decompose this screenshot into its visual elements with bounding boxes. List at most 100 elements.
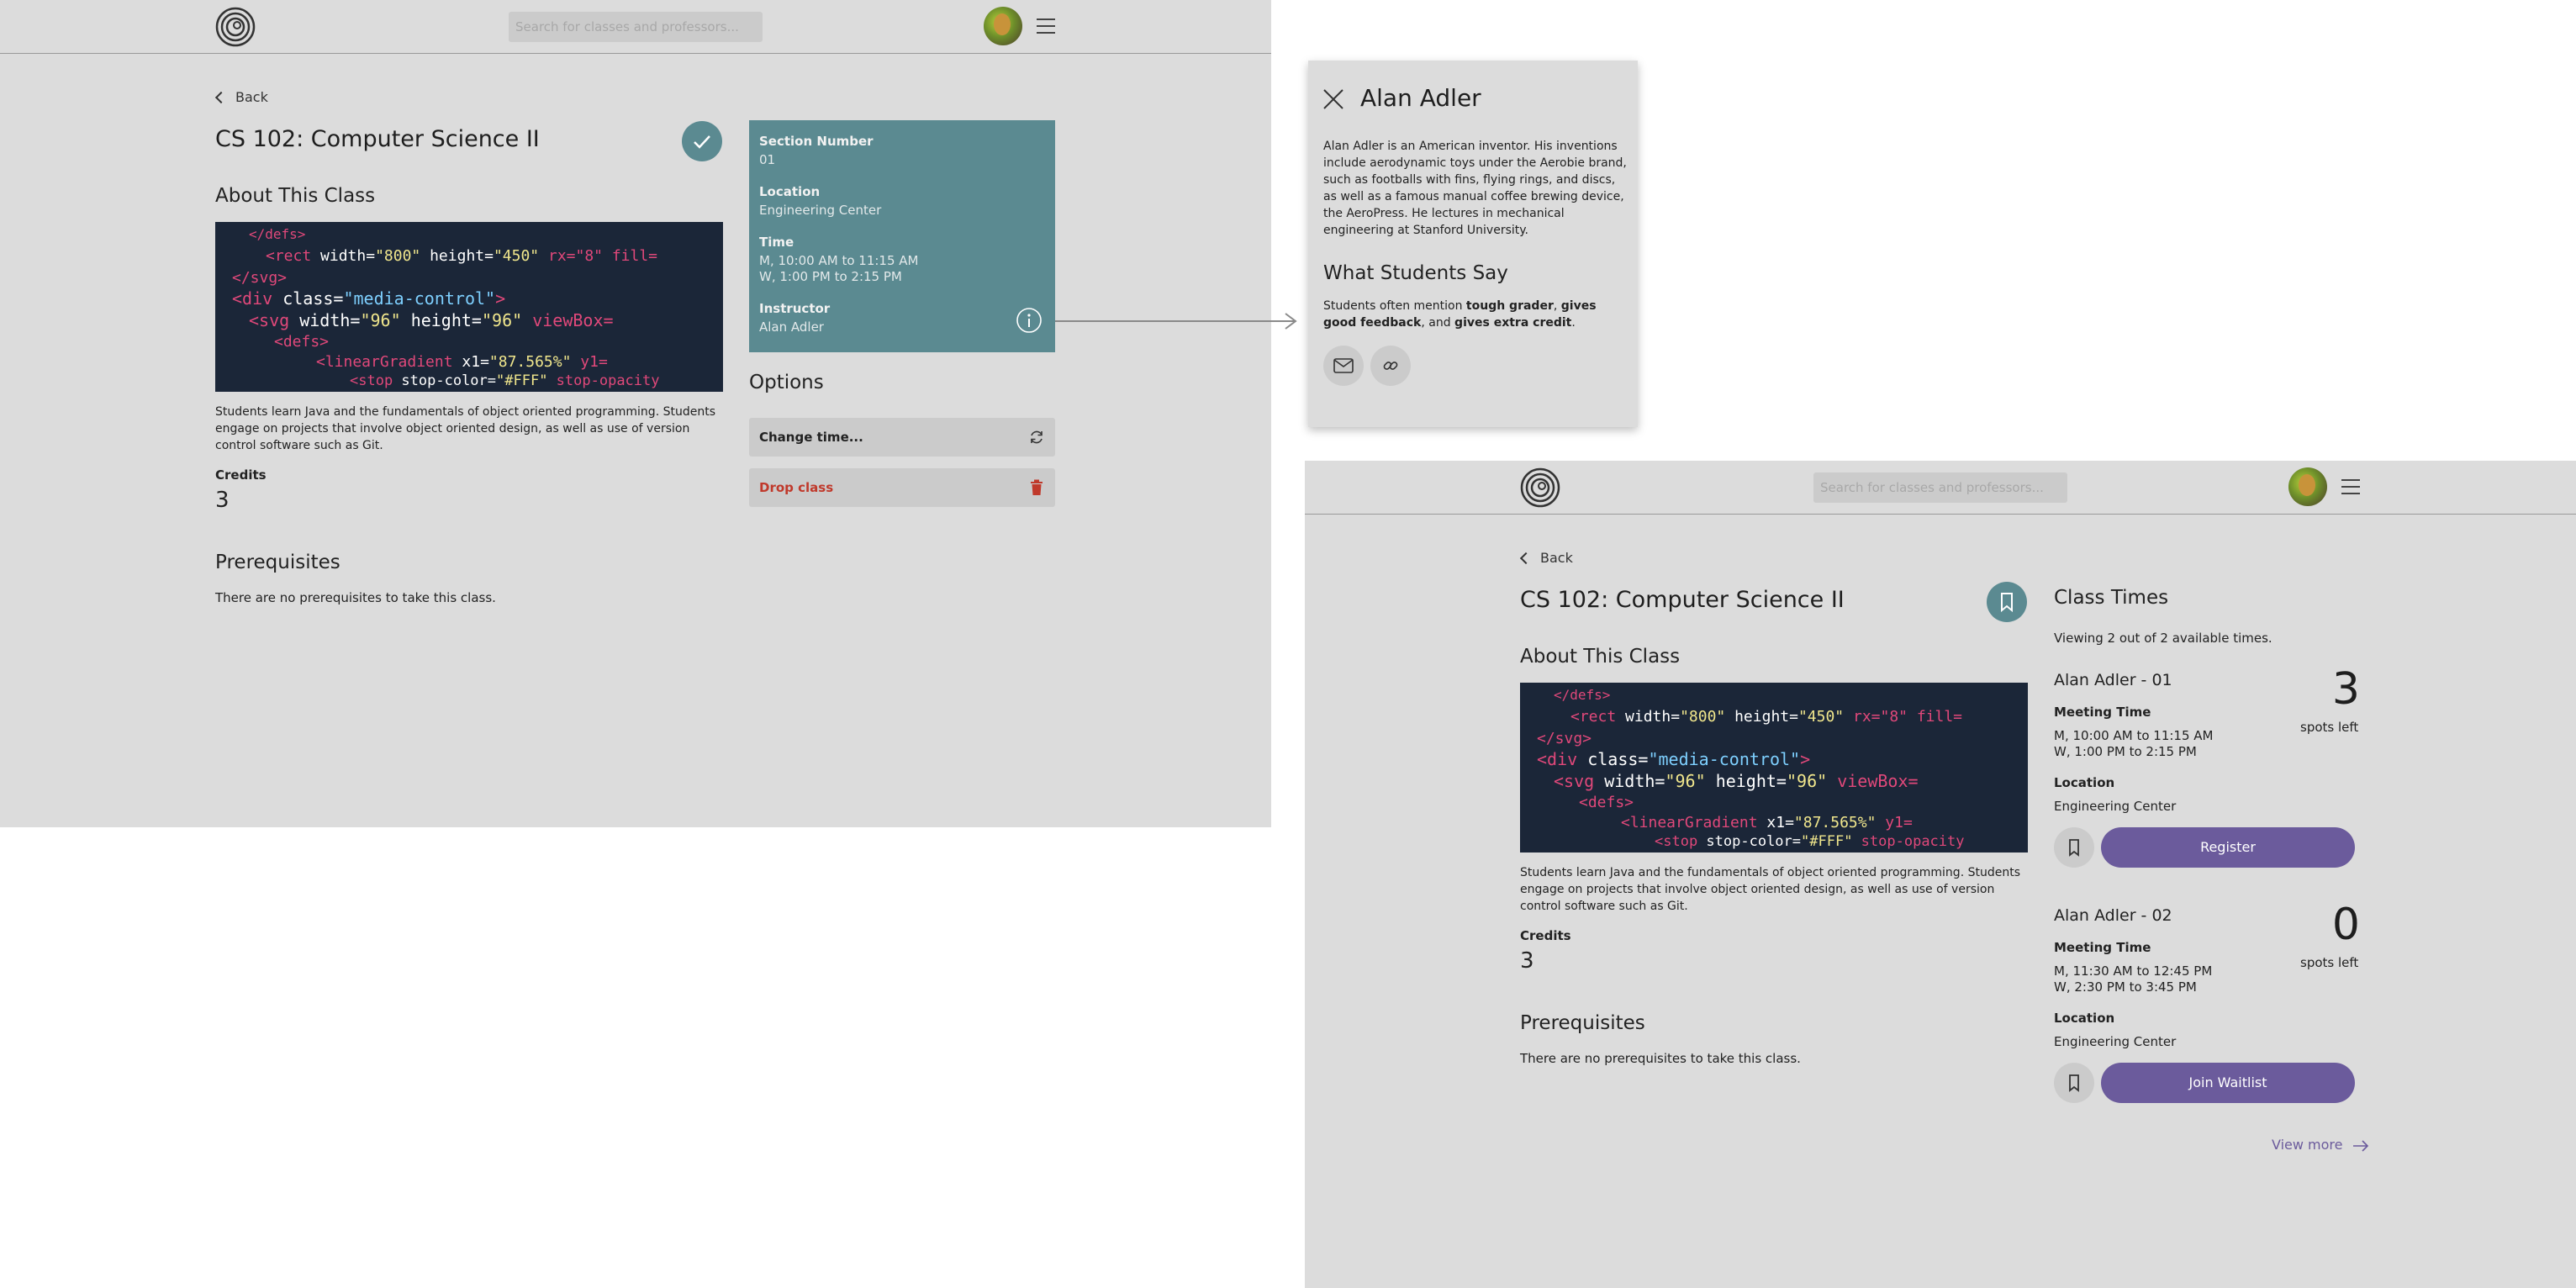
meeting-line-2: W, 1:00 PM to 2:15 PM: [2054, 744, 2197, 759]
meeting-line-2: W, 2:30 PM to 3:45 PM: [2054, 979, 2197, 995]
change-time-label: Change time...: [759, 430, 863, 445]
close-icon[interactable]: [1322, 87, 1345, 111]
menu-icon[interactable]: [1037, 18, 1055, 34]
bookmark-icon: [2001, 593, 2013, 613]
page-title: CS 102: Computer Science II: [1520, 587, 1845, 613]
section-value: 01: [759, 152, 776, 167]
svg-text:<stop stop-color="#FFF" stop-o: <stop stop-color="#FFF" stop-opacity: [350, 372, 660, 389]
prereq-text: There are no prerequisites to take this …: [215, 590, 496, 605]
left-screen: Search for classes and professors... Bac…: [0, 0, 1271, 827]
meeting-time-label: Meeting Time: [2054, 705, 2151, 720]
drop-class-button[interactable]: Drop class: [749, 468, 1055, 507]
svg-text:<div class="media-control">: <div class="media-control">: [232, 288, 505, 309]
email-button[interactable]: [1323, 346, 1364, 386]
svg-text:</svg>: </svg>: [232, 269, 287, 287]
right-screen: Search for classes and professors... Bac…: [1305, 461, 2576, 1288]
options-heading: Options: [749, 372, 824, 393]
tag-tough-grader: tough grader: [1465, 299, 1554, 313]
class-image: </defs> <rect width="800" height="450" r…: [215, 222, 723, 392]
credits-label: Credits: [1520, 928, 1571, 943]
enrolled-section-card: Section Number 01 Location Engineering C…: [749, 120, 1055, 352]
location-value: Engineering Center: [2054, 1034, 2177, 1049]
svg-text:<rect width="800" height="450": <rect width="800" height="450" rx="8" fi…: [266, 247, 657, 265]
drop-class-label: Drop class: [759, 480, 834, 495]
refresh-icon: [1031, 430, 1043, 444]
bookmark-section-button[interactable]: [2054, 827, 2094, 868]
credits-label: Credits: [215, 467, 267, 483]
mail-icon: [1333, 358, 1354, 373]
spots-count: 0: [2331, 900, 2360, 950]
svg-text:<rect width="800" height="450": <rect width="800" height="450" rx="8" fi…: [1570, 708, 1962, 726]
section-label: Section Number: [759, 134, 874, 149]
enrolled-badge[interactable]: [682, 121, 722, 161]
section-name: Alan Adler - 02: [2054, 906, 2172, 925]
bookmark-course-button[interactable]: [1987, 582, 2027, 622]
suffix: .: [1571, 316, 1576, 330]
back-link[interactable]: Back: [1519, 550, 1573, 566]
time-line-2: W, 1:00 PM to 2:15 PM: [759, 269, 902, 284]
location-label: Location: [2054, 775, 2115, 790]
register-button[interactable]: Register: [2101, 827, 2355, 868]
search-input[interactable]: Search for classes and professors...: [509, 12, 763, 42]
flow-arrow: [1055, 313, 1297, 330]
time-label: Time: [759, 235, 794, 250]
about-heading: About This Class: [1520, 646, 1681, 668]
back-label: Back: [1540, 550, 1573, 566]
section-name: Alan Adler - 01: [2054, 671, 2172, 689]
sep-1: ,: [1553, 299, 1561, 313]
logo-icon[interactable]: [1520, 467, 1560, 508]
avatar[interactable]: [2288, 467, 2327, 506]
location-label: Location: [759, 184, 821, 199]
bookmark-icon: [2069, 839, 2079, 857]
section-card: Alan Adler - 01 3 spots left Meeting Tim…: [2054, 664, 2360, 889]
back-label: Back: [235, 89, 268, 105]
chevron-left-icon: [1519, 552, 1533, 565]
location-value: Engineering Center: [2054, 799, 2177, 814]
top-nav: Search for classes and professors...: [0, 0, 1271, 54]
avatar[interactable]: [984, 7, 1022, 45]
viewing-count: Viewing 2 out of 2 available times.: [2054, 631, 2272, 646]
top-nav: Search for classes and professors...: [1305, 461, 2576, 515]
bookmark-section-button[interactable]: [2054, 1063, 2094, 1103]
back-link[interactable]: Back: [214, 89, 268, 105]
meeting-line-1: M, 10:00 AM to 11:15 AM: [2054, 728, 2214, 743]
svg-text:<div class="media-control">: <div class="media-control">: [1537, 749, 1810, 769]
class-description: Students learn Java and the fundamentals…: [1520, 866, 2020, 913]
join-waitlist-button[interactable]: Join Waitlist: [2101, 1063, 2355, 1103]
search-input[interactable]: Search for classes and professors...: [1813, 472, 2067, 503]
credits-value: 3: [1520, 948, 1534, 974]
instructor-bio: Alan Adler is an American inventor. His …: [1323, 140, 1627, 237]
check-icon: [694, 135, 710, 149]
svg-text:<stop stop-color="#FFF" stop-o: <stop stop-color="#FFF" stop-opacity: [1655, 833, 1965, 850]
menu-icon[interactable]: [2341, 479, 2360, 494]
prereq-heading: Prerequisites: [1520, 1012, 1645, 1034]
location-label: Location: [2054, 1011, 2115, 1026]
svg-text:<defs>: <defs>: [274, 333, 329, 351]
logo-icon[interactable]: [215, 7, 256, 47]
section-card: Alan Adler - 02 0 spots left Meeting Tim…: [2054, 900, 2360, 1125]
svg-text:<svg width="96" height="96" vi: <svg width="96" height="96" viewBox=: [1554, 771, 1919, 791]
info-icon[interactable]: [1016, 307, 1043, 334]
students-prefix: Students often mention: [1323, 299, 1466, 313]
students-say-heading: What Students Say: [1323, 262, 1508, 284]
page-title: CS 102: Computer Science II: [215, 126, 540, 152]
chevron-left-icon: [214, 91, 228, 104]
svg-text:<linearGradient x1="87.565%" y: <linearGradient x1="87.565%" y1=: [1621, 814, 1913, 831]
trash-icon: [1031, 479, 1043, 495]
svg-text:</defs>: </defs>: [249, 226, 305, 242]
view-more-label: View more: [2272, 1137, 2343, 1153]
link-button[interactable]: [1370, 346, 1411, 386]
class-image: </defs> <rect width="800" height="450" r…: [1520, 683, 2028, 853]
spots-label: spots left: [2300, 720, 2359, 735]
view-more-link[interactable]: View more: [2272, 1137, 2369, 1153]
instructor-popup: Alan Adler Alan Adler is an American inv…: [1308, 61, 1638, 427]
sep-2: , and: [1421, 316, 1455, 330]
arrow-right-icon: [2352, 1139, 2368, 1152]
meeting-line-1: M, 11:30 AM to 12:45 PM: [2054, 963, 2213, 979]
credits-value: 3: [215, 488, 230, 513]
instructor-name: Alan Adler: [1360, 84, 1481, 112]
meeting-time-label: Meeting Time: [2054, 940, 2151, 955]
change-time-button[interactable]: Change time...: [749, 418, 1055, 457]
bookmark-icon: [2069, 1074, 2079, 1092]
prereq-text: There are no prerequisites to take this …: [1520, 1051, 1801, 1066]
